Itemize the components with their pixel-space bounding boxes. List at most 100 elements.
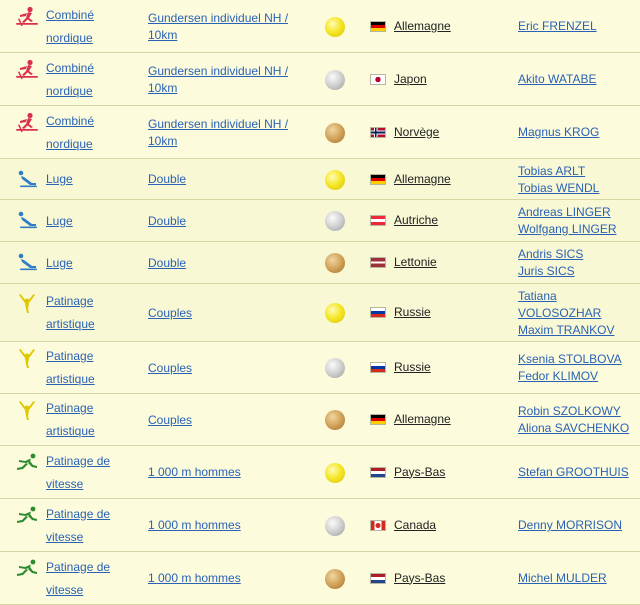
medal-row: Combiné nordique Gundersen individuel NH … (0, 106, 640, 159)
athlete-link[interactable]: Aliona SAVCHENKO (518, 420, 640, 437)
athlete-list: Eric FRENZEL (518, 18, 640, 35)
japan-flag (370, 73, 386, 85)
silver-medal-icon (325, 211, 345, 231)
athlete-link[interactable]: Eric FRENZEL (518, 18, 640, 35)
luge-icon (14, 168, 40, 190)
sport-link[interactable]: Patinage de vitesse (46, 556, 136, 602)
country-link[interactable]: Russie (394, 305, 431, 319)
medal-row: Patinage artistique Couples Allemagne Robin… (0, 394, 640, 446)
athlete-link[interactable]: Juris SICS (518, 263, 640, 280)
sport-link[interactable]: Patinage de vitesse (46, 450, 136, 496)
sport-link[interactable]: Luge (46, 168, 136, 191)
medal-row: Combiné nordique Gundersen individuel NH … (0, 53, 640, 106)
sport-link[interactable]: Combiné nordique (46, 4, 136, 50)
athlete-link[interactable]: Fedor KLIMOV (518, 368, 640, 385)
athlete-link[interactable]: Akito WATABE (518, 71, 640, 88)
country-link[interactable]: Allemagne (394, 172, 451, 186)
athlete-link[interactable]: Denny MORRISON (518, 517, 640, 534)
event-link[interactable]: 1 000 m hommes (148, 464, 298, 481)
sport-link[interactable]: Patinage artistique (46, 290, 136, 336)
speed-skating-icon (14, 505, 40, 527)
medal-row: Luge Double Allemagne Tobias ARLT Tobias WEN… (0, 159, 640, 200)
sport-link[interactable]: Patinage de vitesse (46, 503, 136, 549)
medal-row: Patinage de vitesse 1 000 m hommes Pays-Ba… (0, 446, 640, 499)
athlete-list: Akito WATABE (518, 71, 640, 88)
athlete-list: Tobias ARLT Tobias WENDL (518, 163, 640, 197)
athlete-link[interactable]: Stefan GROOTHUIS (518, 464, 640, 481)
country-link[interactable]: Pays-Bas (394, 571, 445, 585)
athlete-list: Michel MULDER (518, 570, 640, 587)
country-link[interactable]: Canada (394, 518, 436, 532)
athlete-link[interactable]: Tatiana VOLOSOZHAR (518, 288, 640, 322)
event-link[interactable]: Couples (148, 360, 298, 377)
athlete-link[interactable]: Andreas LINGER (518, 204, 640, 221)
country-link[interactable]: Pays-Bas (394, 465, 445, 479)
sport-link[interactable]: Patinage artistique (46, 397, 136, 443)
athlete-list: Tatiana VOLOSOZHAR Maxim TRANKOV (518, 288, 640, 339)
event-link[interactable]: Double (148, 213, 298, 230)
bronze-medal-icon (325, 122, 345, 143)
medal-row: Patinage artistique Couples Russie Ksenia S… (0, 342, 640, 394)
medal-row: Patinage de vitesse 1 000 m hommes Pays-Ba… (0, 552, 640, 605)
event-link[interactable]: Double (148, 255, 298, 272)
athlete-link[interactable]: Andris SICS (518, 246, 640, 263)
athlete-link[interactable]: Ksenia STOLBOVA (518, 351, 640, 368)
athlete-list: Andris SICS Juris SICS (518, 246, 640, 280)
sport-link[interactable]: Patinage artistique (46, 345, 136, 391)
sport-link[interactable]: Luge (46, 210, 136, 233)
country-link[interactable]: Allemagne (394, 19, 451, 33)
country-link[interactable]: Russie (394, 360, 431, 374)
event-link[interactable]: Couples (148, 412, 298, 429)
athlete-list: Magnus KROG (518, 124, 640, 141)
sport-link[interactable]: Luge (46, 252, 136, 275)
country-link[interactable]: Allemagne (394, 412, 451, 426)
country-link[interactable]: Lettonie (394, 255, 437, 269)
athlete-link[interactable]: Michel MULDER (518, 570, 640, 587)
athlete-link[interactable]: Maxim TRANKOV (518, 322, 640, 339)
medal-results-table: Combiné nordique Gundersen individuel NH … (0, 0, 640, 605)
gold-medal-icon (325, 462, 345, 483)
bronze-medal-icon (325, 253, 345, 273)
medal-row: Patinage de vitesse 1 000 m hommes Canada D… (0, 499, 640, 552)
sport-link[interactable]: Combiné nordique (46, 110, 136, 156)
speed-skating-icon (14, 452, 40, 474)
nordic-combined-icon (14, 59, 40, 81)
silver-medal-icon (325, 69, 345, 90)
event-link[interactable]: 1 000 m hommes (148, 517, 298, 534)
athlete-list: Ksenia STOLBOVA Fedor KLIMOV (518, 351, 640, 385)
athlete-list: Andreas LINGER Wolfgang LINGER (518, 204, 640, 238)
luge-icon (14, 209, 40, 231)
silver-medal-icon (325, 515, 345, 536)
event-link[interactable]: Gundersen individuel NH / 10km (148, 63, 298, 97)
netherlands-flag (370, 466, 386, 478)
norway-flag (370, 126, 386, 138)
athlete-list: Robin SZOLKOWY Aliona SAVCHENKO (518, 403, 640, 437)
germany-flag (370, 20, 386, 32)
sport-link[interactable]: Combiné nordique (46, 57, 136, 103)
event-link[interactable]: Couples (148, 305, 298, 322)
athlete-link[interactable]: Tobias WENDL (518, 180, 640, 197)
nordic-combined-icon (14, 6, 40, 28)
athlete-link[interactable]: Tobias ARLT (518, 163, 640, 180)
athlete-link[interactable]: Wolfgang LINGER (518, 221, 640, 238)
figure-skating-icon (14, 399, 40, 421)
event-link[interactable]: Gundersen individuel NH / 10km (148, 10, 298, 44)
event-link[interactable]: Gundersen individuel NH / 10km (148, 116, 298, 150)
athlete-link[interactable]: Robin SZOLKOWY (518, 403, 640, 420)
germany-flag (370, 173, 386, 185)
russia-flag (370, 307, 386, 318)
gold-medal-icon (325, 303, 345, 323)
event-link[interactable]: 1 000 m hommes (148, 570, 298, 587)
country-link[interactable]: Norvège (394, 125, 439, 139)
athlete-link[interactable]: Magnus KROG (518, 124, 640, 141)
country-link[interactable]: Japon (394, 72, 427, 86)
event-link[interactable]: Double (148, 171, 298, 188)
germany-flag (370, 414, 386, 425)
gold-medal-icon (325, 16, 345, 37)
athlete-list: Stefan GROOTHUIS (518, 464, 640, 481)
country-link[interactable]: Autriche (394, 213, 438, 227)
athlete-list: Denny MORRISON (518, 517, 640, 534)
nordic-combined-icon (14, 112, 40, 134)
latvia-flag (370, 257, 386, 268)
speed-skating-icon (14, 558, 40, 580)
